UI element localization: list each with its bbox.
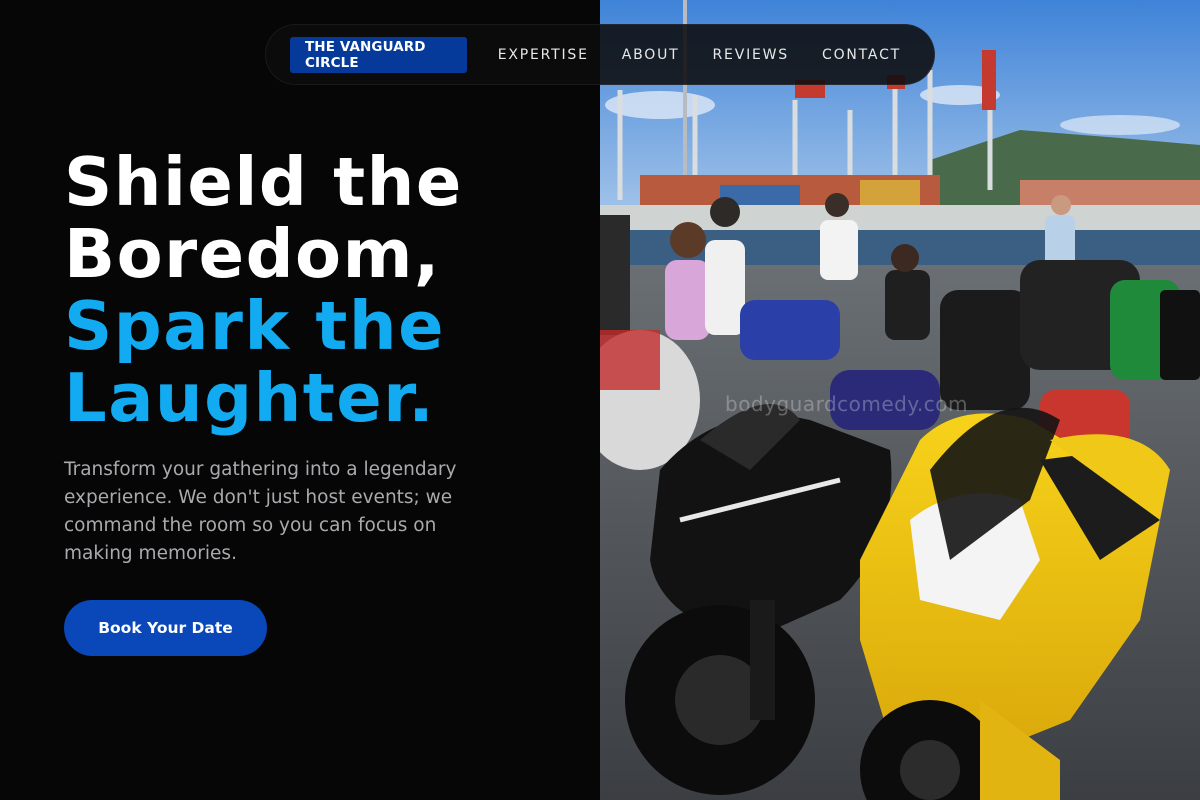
book-your-date-button[interactable]: Book Your Date — [64, 600, 267, 656]
brand-logo[interactable]: THE VANGUARD CIRCLE — [290, 36, 467, 73]
nav-link-about[interactable]: ABOUT — [622, 47, 680, 63]
headline-line-4: Laughter. — [64, 359, 436, 437]
nav-link-expertise[interactable]: EXPERTISE — [498, 47, 589, 63]
nav-links: EXPERTISE ABOUT REVIEWS CONTACT — [498, 47, 934, 63]
headline-line-1: Shield the — [64, 143, 463, 221]
top-navigation: THE VANGUARD CIRCLE EXPERTISE ABOUT REVI… — [265, 24, 935, 85]
hero-headline: Shield the Boredom, Spark the Laughter. — [64, 146, 584, 434]
photo-watermark: bodyguardcomedy.com — [725, 392, 968, 416]
headline-line-2: Boredom, — [64, 215, 441, 293]
nav-link-contact[interactable]: CONTACT — [822, 47, 901, 63]
nav-link-reviews[interactable]: REVIEWS — [713, 47, 789, 63]
hero-description: Transform your gathering into a legendar… — [64, 459, 457, 564]
headline-line-3: Spark the — [64, 287, 446, 365]
